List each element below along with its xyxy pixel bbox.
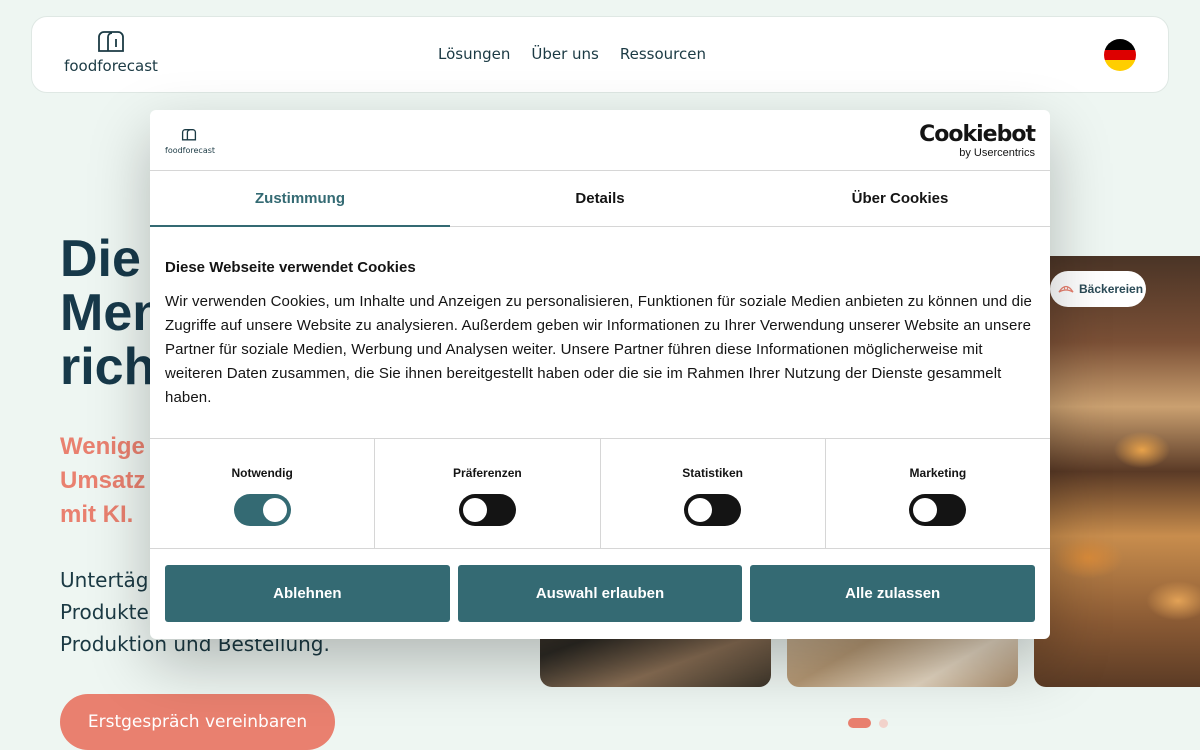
tab-ueber-cookies[interactable]: Über Cookies: [750, 171, 1050, 226]
toggle-knob: [688, 498, 713, 522]
toggle-switch-marketing[interactable]: [909, 494, 967, 526]
toggle-praeferenzen: Präferenzen: [375, 439, 601, 548]
toggle-label: Statistiken: [682, 466, 743, 480]
toggle-label: Präferenzen: [453, 466, 522, 480]
dialog-buttons: Ablehnen Auswahl erlauben Alle zulassen: [150, 549, 1050, 638]
carousel-dot[interactable]: [879, 718, 888, 728]
toggle-knob: [462, 498, 487, 522]
toggle-switch-notwendig[interactable]: [233, 494, 291, 526]
toggle-label: Notwendig: [231, 466, 293, 480]
site-logo[interactable]: foodforecast: [56, 29, 166, 75]
bread-icon: [181, 129, 197, 141]
dialog-logo-text: foodforecast: [165, 146, 216, 155]
toggle-label: Marketing: [909, 466, 967, 480]
cookiebot-logo[interactable]: Cookiebot by Usercentrics: [919, 122, 1036, 160]
image-tag: Bäckereien: [1050, 271, 1146, 307]
cookiebot-by: by Usercentrics: [959, 147, 1035, 159]
decline-button[interactable]: Ablehnen: [165, 565, 450, 622]
site-header: foodforecast Lösungen Über uns Ressource…: [31, 16, 1169, 93]
logo-text: foodforecast: [64, 57, 158, 75]
toggle-switch-praeferenzen[interactable]: [458, 494, 516, 526]
carousel-dots: [848, 718, 888, 728]
nav-item-ueber-uns[interactable]: Über uns: [531, 45, 599, 63]
nav-item-loesungen[interactable]: Lösungen: [438, 45, 510, 63]
image-tag-label: Bäckereien: [1079, 282, 1144, 296]
bread-icon: [98, 31, 124, 52]
bakery-photo: [1034, 256, 1200, 687]
dialog-heading: Diese Webseite verwendet Cookies: [165, 259, 416, 276]
dialog-logo: foodforecast: [165, 128, 216, 155]
cta-button[interactable]: Erstgespräch vereinbaren: [60, 694, 335, 750]
consent-toggles: Notwendig Präferenzen Statistiken Market…: [150, 439, 1050, 549]
croissant-icon: [1058, 285, 1074, 293]
tab-zustimmung[interactable]: Zustimmung: [150, 171, 450, 227]
cookie-consent-dialog: foodforecast Cookiebot by Usercentrics Z…: [150, 110, 1050, 639]
dialog-text: Wir verwenden Cookies, um Inhalte und An…: [165, 293, 1032, 406]
toggle-notwendig: Notwendig: [150, 439, 376, 548]
main-nav: Lösungen Über uns Ressourcen: [438, 45, 706, 63]
cookiebot-name: Cookiebot: [919, 122, 1036, 147]
toggle-knob: [262, 498, 287, 522]
german-flag-icon[interactable]: [1104, 39, 1136, 71]
allow-selection-button[interactable]: Auswahl erlauben: [457, 565, 743, 622]
tab-details[interactable]: Details: [450, 171, 750, 226]
carousel-dot-active[interactable]: [848, 718, 871, 728]
toggle-statistiken: Statistiken: [601, 439, 826, 548]
dialog-content: Diese Webseite verwendet Cookies Wir ver…: [150, 227, 1050, 439]
toggle-switch-statistiken[interactable]: [684, 494, 742, 526]
nav-item-ressourcen[interactable]: Ressourcen: [620, 45, 706, 63]
dialog-tabs: Zustimmung Details Über Cookies: [150, 171, 1050, 227]
toggle-marketing: Marketing: [826, 439, 1050, 548]
toggle-knob: [913, 498, 938, 522]
dialog-header: foodforecast Cookiebot by Usercentrics: [150, 110, 1050, 171]
allow-all-button[interactable]: Alle zulassen: [750, 565, 1036, 622]
